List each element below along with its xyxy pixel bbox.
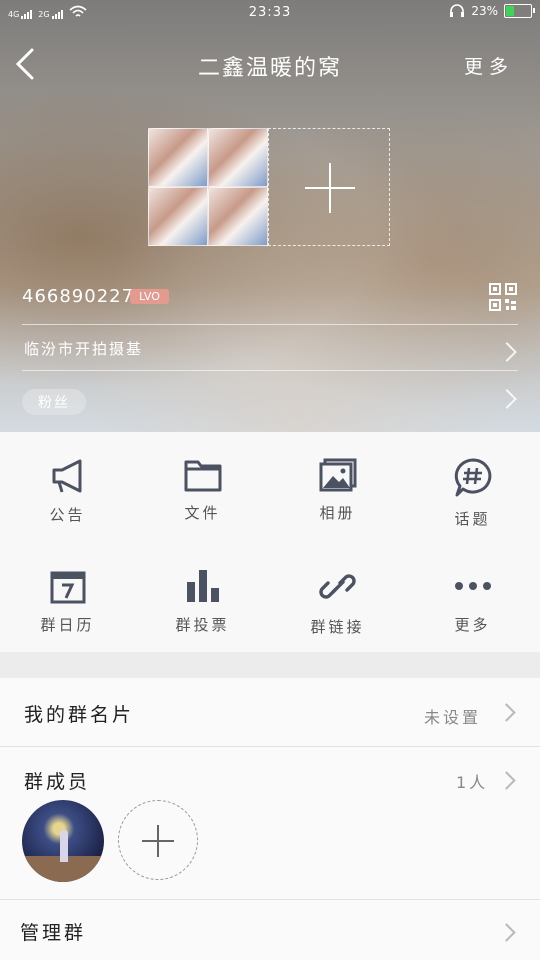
row-value: 未设置	[424, 708, 482, 727]
vote-button[interactable]: 群投票	[135, 542, 270, 642]
calendar-icon	[50, 571, 85, 604]
group-link-button[interactable]: 群链接	[270, 542, 405, 642]
more-button[interactable]: 更多	[464, 52, 514, 79]
qr-code-icon[interactable]	[489, 283, 517, 311]
group-photo-grid[interactable]	[148, 128, 268, 246]
hashtag-icon	[454, 458, 491, 497]
group-id: 466890227	[22, 286, 135, 307]
topic-button[interactable]: 话题	[405, 432, 540, 532]
row-label: 管理群	[20, 922, 87, 944]
add-photo-button[interactable]	[268, 128, 390, 246]
divider	[22, 370, 518, 371]
my-group-card-row[interactable]: 我的群名片 未设置	[0, 678, 540, 746]
members-count[interactable]: 1人	[456, 769, 488, 793]
battery-icon	[504, 4, 535, 18]
link-icon	[318, 574, 356, 599]
more-features-button[interactable]: 更多	[405, 542, 540, 642]
bar-chart-icon	[186, 570, 219, 602]
row-label: 群成员	[24, 771, 91, 793]
announcement-button[interactable]: 公告	[0, 432, 135, 532]
divider	[22, 324, 518, 325]
grid-label: 更多	[454, 616, 491, 634]
grid-label: 话题	[454, 510, 491, 528]
battery-percent: 23%	[471, 4, 498, 18]
folder-icon	[184, 460, 221, 492]
add-member-button[interactable]	[118, 800, 198, 880]
status-right: 23%	[449, 4, 535, 18]
photo-album-icon	[319, 458, 356, 492]
chevron-right-icon	[497, 703, 516, 722]
grid-label: 相册	[319, 504, 356, 522]
group-title: 二鑫温暖的窝	[197, 56, 342, 81]
megaphone-icon	[52, 459, 81, 493]
grid-label: 群链接	[310, 618, 365, 636]
grid-label: 群日历	[40, 616, 95, 634]
group-photo[interactable]	[208, 128, 268, 187]
group-photo[interactable]	[148, 128, 208, 187]
manage-group-row[interactable]: 管理群	[0, 900, 540, 960]
grid-label: 文件	[184, 504, 221, 522]
more-dots-icon	[454, 582, 491, 590]
grid-label: 群投票	[175, 616, 230, 634]
nav-bar: 二鑫温暖的窝 更多	[0, 40, 540, 90]
grid-label: 公告	[49, 506, 86, 524]
group-location[interactable]: 临汾市开拍摄基	[24, 338, 143, 359]
files-button[interactable]: 文件	[135, 432, 270, 532]
status-bar: 4G 2G 23:33 23%	[0, 0, 540, 28]
chevron-right-icon	[497, 923, 516, 942]
fans-tag[interactable]: 粉丝	[22, 389, 86, 415]
headset-icon	[450, 4, 465, 17]
level-badge: LVO	[130, 289, 169, 304]
group-photo[interactable]	[208, 187, 268, 246]
section-gap	[0, 652, 540, 678]
chevron-right-icon	[497, 771, 516, 790]
row-label: 我的群名片	[24, 704, 135, 726]
member-avatar[interactable]	[22, 800, 104, 882]
album-button[interactable]: 相册	[270, 432, 405, 532]
calendar-button[interactable]: 群日历	[0, 542, 135, 642]
feature-grid: 公告 文件 相册 话题 群日历 群投票 群链接 更多	[0, 432, 540, 652]
group-photo[interactable]	[148, 187, 208, 246]
